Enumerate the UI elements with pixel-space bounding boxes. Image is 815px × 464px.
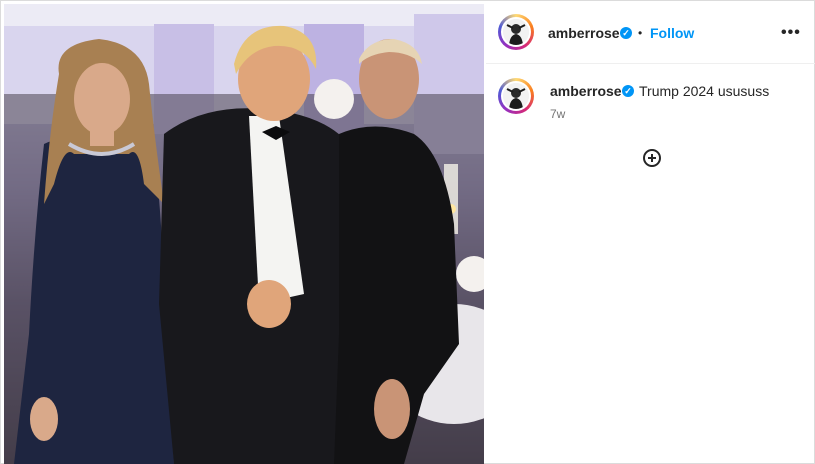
- avatar-ring-gap: [501, 81, 531, 111]
- author-username[interactable]: amberrose: [548, 25, 620, 41]
- photo-illustration: [4, 4, 484, 464]
- post-photo[interactable]: [4, 4, 484, 464]
- follow-button[interactable]: Follow: [650, 25, 694, 41]
- avatar-photo: [503, 19, 529, 45]
- author-avatar[interactable]: [498, 14, 534, 50]
- caption-text: Trump 2024 usususs: [639, 83, 770, 99]
- post-sidebar: amberrose ✓ • Follow ••• amberrose ✓ Tru…: [486, 0, 815, 464]
- post-header: amberrose ✓ • Follow •••: [486, 0, 815, 64]
- avatar-image: [503, 83, 529, 109]
- avatar-ring-gap: [501, 17, 531, 47]
- avatar-image: [503, 19, 529, 45]
- more-options-icon[interactable]: •••: [781, 24, 801, 42]
- header-separator: •: [638, 26, 643, 40]
- avatar-photo: [503, 83, 529, 109]
- verified-badge-icon: ✓: [620, 27, 632, 39]
- post-timestamp[interactable]: 7w: [550, 107, 565, 121]
- plus-circle-icon[interactable]: [643, 149, 661, 167]
- verified-badge-icon: ✓: [622, 85, 634, 97]
- caption-avatar[interactable]: [498, 78, 534, 114]
- caption-username[interactable]: amberrose: [550, 83, 622, 99]
